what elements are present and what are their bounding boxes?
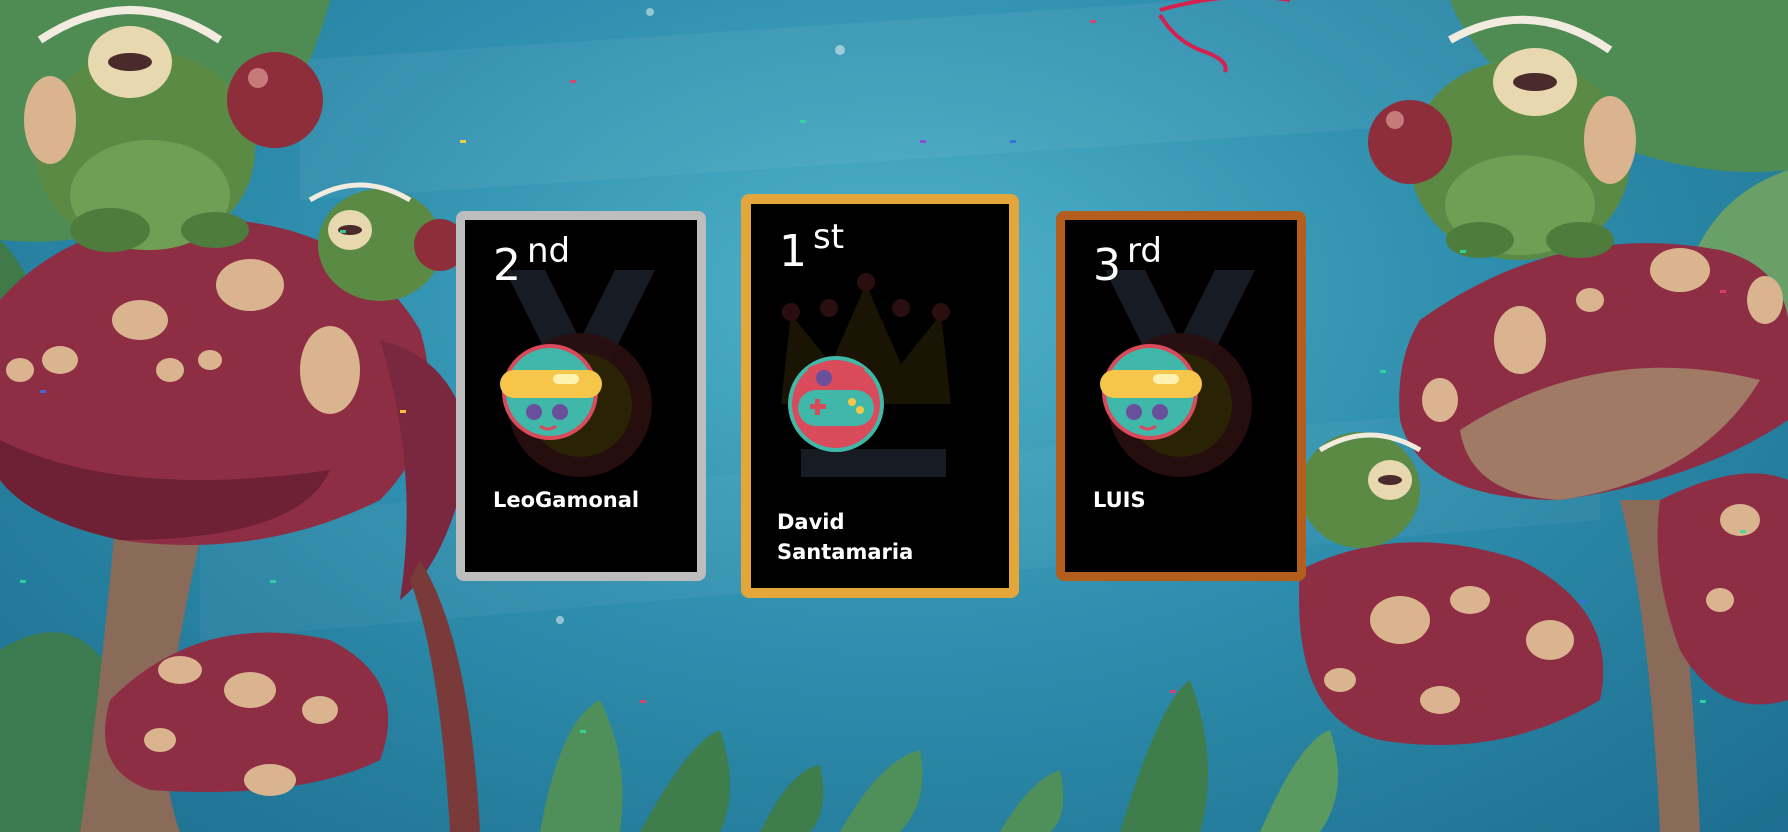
- place-number: 1: [779, 226, 807, 277]
- goggles-face-avatar-icon: [500, 344, 602, 440]
- place-suffix: rd: [1127, 231, 1162, 271]
- player-name: LeoGamonal: [493, 488, 640, 512]
- gamepad-avatar-icon: [788, 356, 884, 452]
- place-label: 1st: [779, 217, 844, 277]
- place-number: 3: [1093, 240, 1121, 291]
- place-label: 3rd: [1093, 231, 1162, 291]
- place-label: 2nd: [493, 231, 570, 291]
- podium-card-third: 3rd LUIS: [1056, 211, 1306, 581]
- game-background: 2nd LeoGamonal 1 st David Santamaria 3 r…: [0, 0, 1788, 832]
- player-name: David Santamaria: [777, 510, 914, 564]
- player-name: LUIS: [1093, 488, 1146, 512]
- podium-card-second: 2nd LeoGamonal: [456, 211, 706, 581]
- place-number: 2: [493, 240, 521, 291]
- place-suffix: nd: [527, 231, 571, 271]
- goggles-face-avatar-icon: [1100, 344, 1202, 440]
- podium-card-first: 1st David Santamaria: [741, 194, 1019, 598]
- place-suffix: st: [813, 217, 845, 257]
